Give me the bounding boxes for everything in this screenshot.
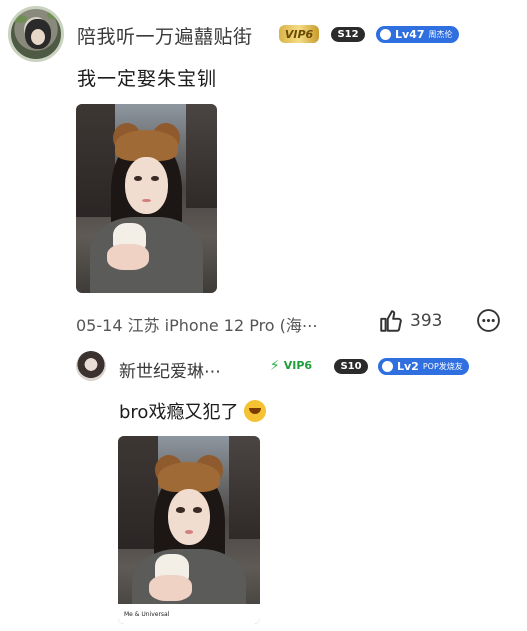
- leaf-decoration: [13, 15, 27, 23]
- reply-avatar[interactable]: [76, 351, 106, 381]
- level-icon: [382, 361, 393, 372]
- laughing-emoji-icon: [244, 400, 267, 422]
- reply-text: bro戏瘾又犯了: [119, 398, 267, 424]
- username[interactable]: 陪我听一万遍囍贴街: [77, 22, 253, 49]
- comment-text: 我一定娶朱宝钏: [77, 68, 218, 90]
- reply-level-tag: POP发烧友: [422, 362, 463, 371]
- leaf-decoration: [47, 11, 61, 19]
- like-button[interactable]: 393: [378, 308, 442, 334]
- comment-meta: 05-14 江苏 iPhone 12 Pro (海⋯: [76, 316, 318, 335]
- level-icon: [380, 29, 391, 40]
- thumbs-up-icon: [380, 310, 402, 332]
- reply-fans-badge[interactable]: S10: [334, 359, 368, 374]
- reply-level-text: Lv2: [397, 360, 419, 373]
- reply-vip-badge[interactable]: ⚡ VIP6: [262, 357, 320, 374]
- level-badge[interactable]: Lv47 周杰伦: [376, 26, 459, 43]
- reply-text-content: bro戏瘾又犯了: [119, 402, 239, 423]
- like-count: 393: [410, 311, 443, 331]
- more-dots-icon[interactable]: [476, 308, 501, 333]
- photo-caption: Me & Universal: [118, 604, 260, 624]
- reply-username[interactable]: 新世纪爱琳⋯: [119, 357, 221, 382]
- fans-badge[interactable]: S12: [331, 27, 365, 42]
- level-tag: 周杰伦: [428, 30, 453, 39]
- comment-thread: 陪我听一万遍囍贴街 VIP6 S12 Lv47 周杰伦 我一定娶朱宝钏 05-1…: [0, 0, 527, 631]
- reply-level-badge[interactable]: Lv2 POP发烧友: [378, 358, 469, 375]
- avatar-face: [25, 19, 51, 49]
- comment-image[interactable]: [76, 104, 217, 293]
- reply-image[interactable]: Me & Universal: [118, 436, 260, 624]
- vip-badge[interactable]: VIP6: [279, 25, 319, 43]
- avatar[interactable]: [8, 6, 64, 62]
- lightning-icon: ⚡: [269, 357, 280, 374]
- level-text: Lv47: [395, 28, 425, 41]
- vip-text: VIP6: [283, 359, 313, 372]
